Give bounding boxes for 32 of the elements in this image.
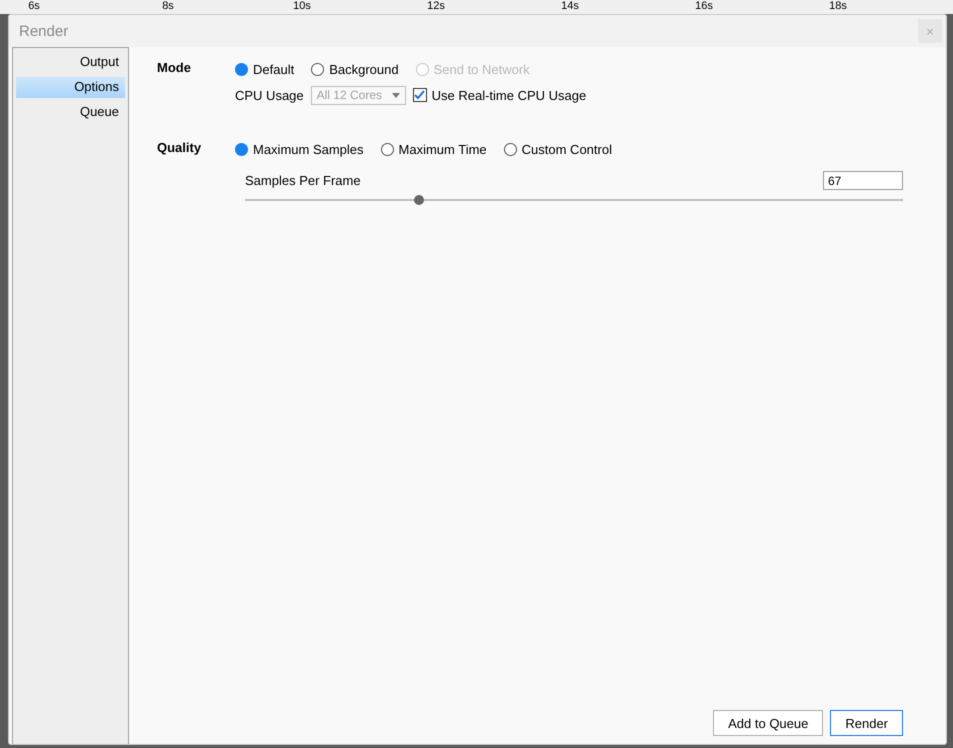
radio-icon[interactable] xyxy=(235,142,248,156)
section-label: Quality xyxy=(157,139,202,157)
slider-thumb[interactable] xyxy=(414,195,424,205)
radio-icon[interactable] xyxy=(311,62,324,76)
radio-option[interactable]: Custom Control xyxy=(504,142,612,156)
timeline-label: 10s xyxy=(292,0,312,12)
radio-option[interactable]: Maximum Time xyxy=(380,142,487,156)
radio-icon[interactable] xyxy=(380,142,394,156)
field-label: Samples Per Frame xyxy=(245,173,361,188)
section-label: Mode xyxy=(157,59,192,77)
radio-icon[interactable] xyxy=(235,62,248,76)
sidebar-item[interactable]: Output xyxy=(16,52,125,73)
radio-icon[interactable] xyxy=(504,142,517,156)
sidebar-item[interactable]: Queue xyxy=(16,102,125,123)
timeline-label: 8s xyxy=(161,0,175,12)
timeline-label: 18s xyxy=(828,0,848,12)
field-label: CPU Usage xyxy=(235,88,304,102)
radio-option[interactable]: Background xyxy=(311,62,399,76)
timeline-label: 14s xyxy=(560,0,580,12)
checkbox[interactable] xyxy=(412,88,427,102)
dialog-button[interactable]: Render xyxy=(830,710,903,736)
timeline-label: 6s xyxy=(27,0,41,12)
timeline-label: 16s xyxy=(694,0,714,12)
samples-input[interactable]: 67 xyxy=(823,171,903,190)
radio-option[interactable]: Maximum Samples xyxy=(235,142,364,156)
radio-option[interactable]: Default xyxy=(235,62,294,76)
checkbox-option[interactable]: Use Real-time CPU Usage xyxy=(412,88,586,102)
caret-icon xyxy=(392,92,400,98)
dialog-button[interactable]: Add to Queue xyxy=(713,710,824,736)
sidebar-item[interactable]: Options xyxy=(16,77,125,98)
timeline-label: 12s xyxy=(426,0,446,12)
window-title: Render xyxy=(19,22,68,40)
